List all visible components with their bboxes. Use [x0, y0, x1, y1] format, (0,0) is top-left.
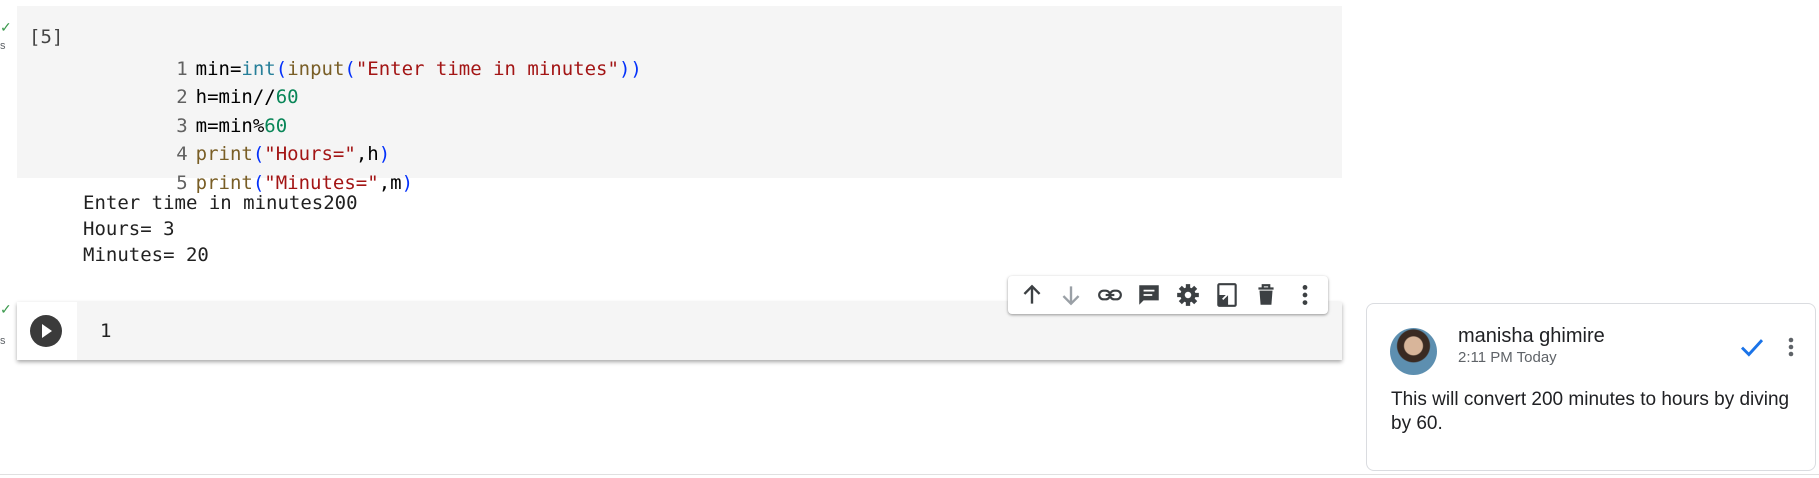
settings-button[interactable] [1172, 279, 1204, 311]
comment-timestamp: 2:11 PM Today [1458, 349, 1557, 366]
avatar [1390, 328, 1437, 375]
comment-more-button[interactable] [1779, 332, 1803, 362]
gear-icon [1176, 284, 1199, 306]
line-number: 2 [176, 86, 188, 108]
line-number: 3 [176, 114, 188, 137]
divider [0, 474, 1819, 475]
delete-cell-button[interactable] [1250, 279, 1282, 311]
move-up-button[interactable] [1016, 279, 1048, 311]
output-line: Hours= 3 [83, 218, 175, 240]
output-line: Minutes= 20 [83, 244, 209, 266]
output-line: Enter time in minutes200 [83, 192, 358, 214]
exec-success-icon: ✓ [0, 19, 12, 35]
arrow-up-icon [1023, 284, 1040, 304]
resolve-comment-button[interactable] [1737, 332, 1767, 362]
mirror-cell-button[interactable] [1211, 279, 1243, 311]
line-number: 1 [100, 320, 112, 342]
exec-success-icon: ✓ [0, 301, 12, 317]
comment-author: manisha ghimire [1458, 325, 1605, 347]
comment-card[interactable]: manisha ghimire 2:11 PM Today This will … [1366, 303, 1816, 471]
more-vert-icon [1302, 285, 1307, 305]
trash-icon [1257, 284, 1274, 305]
cell-output: Enter time in minutes200 Hours= 3 Minute… [83, 190, 358, 268]
link-icon [1097, 289, 1122, 301]
check-icon [1740, 339, 1764, 357]
comment-text: This will convert 200 minutes to hours b… [1391, 389, 1790, 434]
line-number: 4 [176, 143, 188, 165]
code-cell[interactable]: [5] 1 min=int(input("Enter time in minute… [17, 6, 1342, 194]
exec-time-label: s [0, 335, 6, 347]
code-editor[interactable]: 1 min=int(input("Enter time in minutes"))… [97, 26, 642, 194]
line-number: 1 [176, 57, 188, 80]
cell-toolbar [1008, 276, 1328, 314]
more-actions-button[interactable] [1289, 279, 1321, 311]
arrow-down-icon [1062, 286, 1079, 306]
exec-time-label: s [0, 40, 6, 52]
execution-count: [5] [29, 26, 64, 48]
play-icon [42, 324, 52, 338]
more-vert-icon [1788, 337, 1794, 357]
move-down-button[interactable] [1055, 279, 1087, 311]
cell-gutter [17, 302, 77, 360]
copy-link-button[interactable] [1094, 279, 1126, 311]
code-line: 1 min=int(input("Enter time in minutes")) [97, 26, 642, 80]
add-comment-button[interactable] [1133, 279, 1165, 311]
mirror-cell-icon [1216, 283, 1237, 307]
run-cell-button[interactable] [30, 315, 62, 347]
comment-icon [1138, 285, 1159, 305]
